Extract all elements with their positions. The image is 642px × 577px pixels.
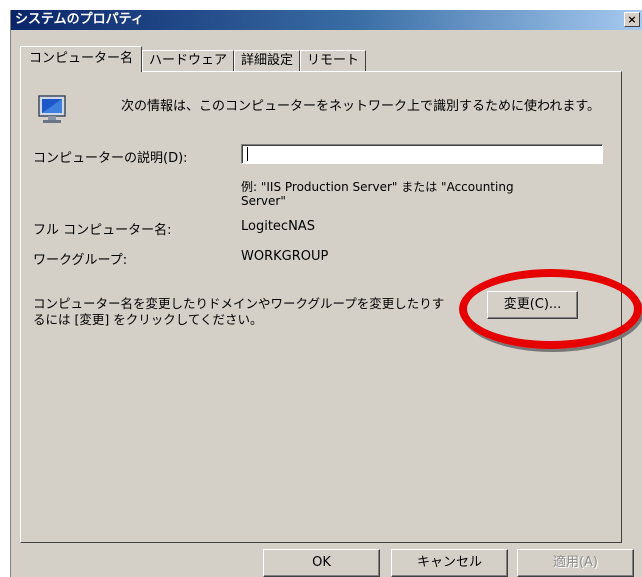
change-instruction-line2: るには [変更] をクリックしてください。 — [33, 312, 263, 327]
description-example-line1: 例: "IIS Production Server" または "Accounti… — [241, 180, 514, 194]
highlight-annotation — [459, 269, 642, 349]
intro-text: 次の情報は、このコンピューターをネットワーク上で識別するために使われます。 — [121, 99, 601, 114]
description-example-line2: Server" — [241, 194, 286, 208]
tab-hardware[interactable]: ハードウェア — [142, 50, 235, 72]
workgroup-value: WORKGROUP — [241, 249, 329, 264]
tab-computer-name[interactable]: コンピューター名 — [20, 46, 143, 72]
computer-description-input[interactable] — [241, 144, 603, 164]
ok-button[interactable]: OK — [263, 549, 380, 577]
title-bar[interactable]: システムのプロパティ × — [11, 10, 642, 30]
text-caret — [247, 147, 248, 161]
tab-remote[interactable]: リモート — [300, 50, 367, 72]
computer-monitor-icon — [38, 95, 66, 123]
tab-strip: コンピューター名 ハードウェア 詳細設定 リモート — [20, 46, 367, 72]
full-name-value: LogitecNAS — [241, 219, 315, 234]
description-label: コンピューターの説明(D): — [33, 151, 188, 166]
tab-advanced[interactable]: 詳細設定 — [234, 50, 301, 72]
apply-button[interactable]: 適用(A) — [517, 549, 634, 577]
full-name-label: フル コンピューター名: — [33, 223, 172, 238]
close-icon[interactable]: × — [624, 12, 640, 27]
window-title: システムのプロパティ — [15, 12, 144, 27]
workgroup-label: ワークグループ: — [33, 253, 128, 268]
cancel-button[interactable]: キャンセル — [391, 549, 508, 577]
